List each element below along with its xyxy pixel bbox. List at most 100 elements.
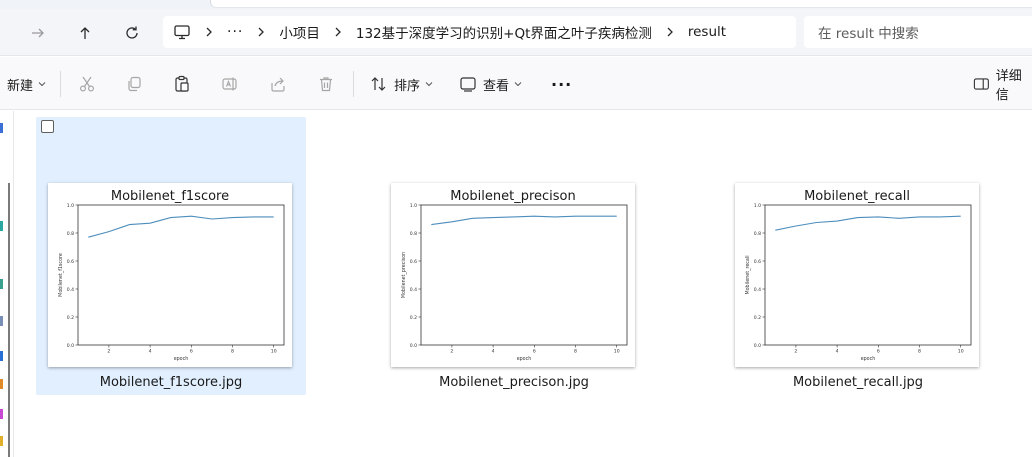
back-button[interactable] <box>24 19 52 47</box>
x-tick-label: 2 <box>794 349 797 355</box>
paste-button[interactable] <box>173 70 191 98</box>
breadcrumb-overflow[interactable]: ··· <box>227 24 243 40</box>
tab-edge <box>210 0 1032 8</box>
chevron-right-icon <box>332 26 344 38</box>
y-tick-label: 0.4 <box>754 287 761 293</box>
chevron-right-icon <box>255 26 267 38</box>
y-tick-label: 0.0 <box>410 343 417 349</box>
arrow-right-icon <box>32 28 44 38</box>
x-tick-label: 10 <box>271 349 277 355</box>
rename-button[interactable] <box>221 70 239 98</box>
x-tick-label: 10 <box>614 349 620 355</box>
copy-icon <box>128 76 141 92</box>
sort-icon <box>371 77 386 91</box>
chart-title: Mobilenet_recall <box>804 189 910 204</box>
nav-item-marker <box>0 436 3 446</box>
plot-frame <box>77 204 285 346</box>
breadcrumb-item[interactable]: result <box>688 24 726 40</box>
chevron-down-icon <box>38 82 46 87</box>
chart-title: Mobilenet_precison <box>450 189 576 204</box>
chart-title: Mobilenet_f1score <box>111 189 229 204</box>
file-name: Mobilenet_precison.jpg <box>439 375 589 390</box>
y-axis-label: Mobilenet_f1score <box>58 253 64 297</box>
y-tick-label: 0.6 <box>754 259 761 265</box>
address-bar[interactable]: ··· 小项目 132基于深度学习的识别+Qt界面之叶子疾病检测 result <box>163 16 796 48</box>
share-button[interactable] <box>269 70 287 98</box>
y-tick-label: 0.8 <box>754 231 761 237</box>
y-tick-label: 1.0 <box>754 203 761 209</box>
x-tick-label: 8 <box>231 349 234 355</box>
up-button[interactable] <box>71 19 99 47</box>
x-tick-label: 4 <box>492 349 495 355</box>
file-tile[interactable]: Mobilenet_recall 0.0 0.2 0.4 0.6 0.8 1.0 2 4 6 8 10… <box>723 117 993 395</box>
trash-icon <box>320 77 332 92</box>
y-tick-label: 0.2 <box>67 315 74 321</box>
series-line <box>431 215 617 226</box>
file-thumbnail: Mobilenet_precison 0.0 0.2 0.4 0.6 0.8 1.0 2 4 6 8… <box>391 183 635 367</box>
y-tick-label: 0.6 <box>410 259 417 265</box>
x-tick-label: 2 <box>450 349 453 355</box>
x-tick-label: 4 <box>836 349 839 355</box>
search-placeholder: 在 result 中搜索 <box>818 26 919 42</box>
file-name: Mobilenet_recall.jpg <box>792 375 924 390</box>
nav-item-marker <box>0 221 3 231</box>
window-top-strip <box>0 0 1032 9</box>
file-tile[interactable]: Mobilenet_precison 0.0 0.2 0.4 0.6 0.8 1.0 2 4 6 8… <box>379 117 649 395</box>
plot-frame <box>420 204 628 346</box>
divider <box>60 71 61 97</box>
more-options-label: ··· <box>551 74 573 94</box>
sort-button[interactable]: 排序 <box>370 70 433 98</box>
more-options-button[interactable]: ··· <box>551 70 572 98</box>
x-tick-label: 6 <box>533 349 536 355</box>
y-tick-label: 1.0 <box>410 203 417 209</box>
y-tick-label: 0.6 <box>67 259 74 265</box>
file-thumbnail: Mobilenet_f1score 0.0 0.2 0.4 0.6 0.8 1.0 2 4 6 8 1… <box>48 183 292 367</box>
x-tick-label: 8 <box>918 349 921 355</box>
copy-button[interactable] <box>125 70 143 98</box>
thumbnail-chart: Mobilenet_precison 0.0 0.2 0.4 0.6 0.8 1.0 2 4 6 8… <box>401 189 628 362</box>
chevron-down-icon <box>425 82 433 87</box>
x-tick-label: 8 <box>574 349 577 355</box>
x-axis-label: epoch <box>517 356 532 362</box>
cut-button[interactable] <box>78 70 96 98</box>
x-tick-label: 10 <box>958 349 964 355</box>
file-name: Mobilenet_f1score.jpg <box>99 375 243 390</box>
y-tick-label: 0.8 <box>410 231 417 237</box>
nav-item-marker <box>0 379 3 389</box>
refresh-button[interactable] <box>118 19 146 47</box>
search-input[interactable]: 在 result 中搜索 <box>804 16 1032 48</box>
y-axis-label: Mobilenet_precison <box>401 252 407 298</box>
breadcrumb-item[interactable]: 132基于深度学习的识别+Qt界面之叶子疾病检测 <box>356 22 652 42</box>
breadcrumb-item[interactable]: 小项目 <box>279 22 320 42</box>
nav-item-marker <box>0 409 3 419</box>
y-tick-label: 0.0 <box>67 343 74 349</box>
y-tick-label: 0.2 <box>754 315 761 321</box>
details-label: 详细信 <box>995 69 1022 103</box>
view-label: 查看 <box>483 78 510 94</box>
delete-button[interactable] <box>317 70 335 98</box>
sort-label: 排序 <box>394 78 421 94</box>
file-tile[interactable]: Mobilenet_f1score 0.0 0.2 0.4 0.6 0.8 1.0 2 4 6 8 1… <box>36 117 306 395</box>
nav-item-marker <box>0 279 3 289</box>
refresh-icon <box>126 26 138 39</box>
nav-item-marker <box>0 316 3 326</box>
y-tick-label: 0.4 <box>67 287 74 293</box>
nav-pane-scrollbar[interactable] <box>8 183 10 457</box>
details-pane-button[interactable]: 详细信 <box>973 69 1032 103</box>
x-tick-label: 6 <box>877 349 880 355</box>
selection-checkbox[interactable] <box>41 120 54 133</box>
chevron-right-icon <box>664 26 676 38</box>
rename-icon <box>222 77 237 91</box>
nav-item-marker <box>0 351 3 361</box>
view-button[interactable]: 查看 <box>459 70 522 98</box>
chevron-right-icon <box>203 26 215 38</box>
navigation-bar: ··· 小项目 132基于深度学习的识别+Qt界面之叶子疾病检测 result … <box>0 9 1032 56</box>
y-tick-label: 1.0 <box>67 203 74 209</box>
new-button[interactable]: 新建 <box>7 70 46 98</box>
this-pc-icon <box>173 23 191 41</box>
series-line <box>88 215 274 238</box>
details-pane-icon <box>973 78 989 90</box>
series-line <box>775 215 961 231</box>
file-list: Mobilenet_f1score 0.0 0.2 0.4 0.6 0.8 1.0 2 4 6 8 1… <box>15 111 1032 457</box>
share-icon <box>271 77 285 92</box>
